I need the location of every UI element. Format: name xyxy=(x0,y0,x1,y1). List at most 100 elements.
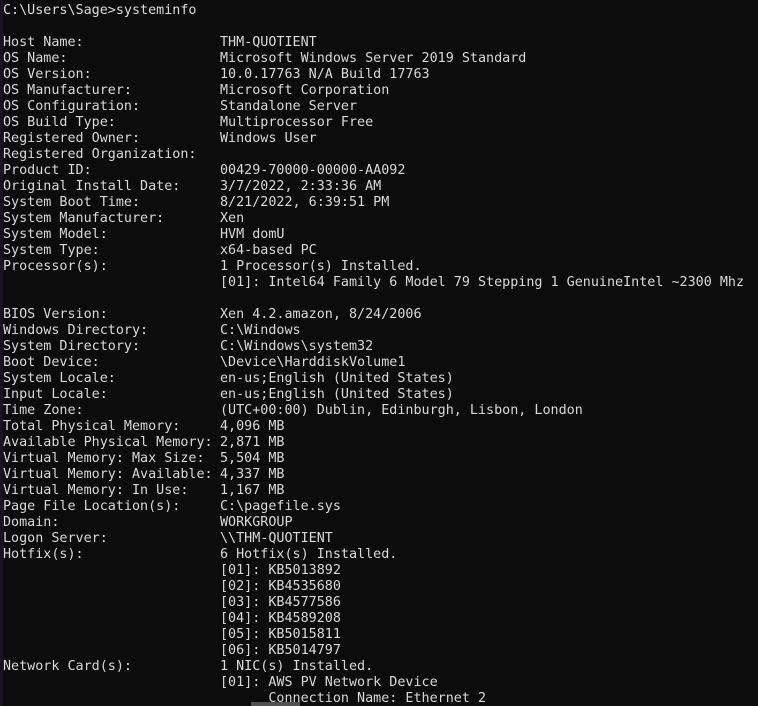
systeminfo-row-label: Total Physical Memory: xyxy=(3,419,181,434)
systeminfo-row-value: (UTC+00:00) Dublin, Edinburgh, Lisbon, L… xyxy=(220,403,583,418)
systeminfo-row-value: 8/21/2022, 6:39:51 PM xyxy=(220,195,390,210)
systeminfo-row: Boot Device: \Device\HarddiskVolume1 xyxy=(3,355,758,371)
systeminfo-continuation-row: [01]: Intel64 Family 6 Model 79 Stepping… xyxy=(3,275,758,291)
systeminfo-row-label: Logon Server: xyxy=(3,531,108,546)
systeminfo-row: Original Install Date: 3/7/2022, 2:33:36 … xyxy=(3,179,758,195)
systeminfo-row-label: OS Version: xyxy=(3,67,92,82)
systeminfo-row: System Locale: en-us;English (United Stat… xyxy=(3,371,758,387)
systeminfo-row-value: [04]: KB4589208 xyxy=(220,611,341,626)
systeminfo-row-value: WORKGROUP xyxy=(220,515,293,530)
systeminfo-row-value: 1 NIC(s) Installed. xyxy=(220,659,374,674)
systeminfo-row-value: Microsoft Corporation xyxy=(220,83,390,98)
systeminfo-continuation-row: [06]: KB5014797 xyxy=(3,643,758,659)
systeminfo-row-value: x64-based PC xyxy=(220,243,317,258)
systeminfo-row-label: System Model: xyxy=(3,227,108,242)
systeminfo-row-label: System Type: xyxy=(3,243,100,258)
systeminfo-continuation-row: [01]: AWS PV Network Device xyxy=(3,675,758,691)
systeminfo-row: Virtual Memory: In Use: 1,167 MB xyxy=(3,483,758,499)
systeminfo-row: Processor(s): 1 Processor(s) Installed. xyxy=(3,259,758,275)
console-output-buffer[interactable]: C:\Users\Sage>systeminfo Host Name: THM-Q… xyxy=(3,0,758,706)
systeminfo-row: OS Name: Microsoft Windows Server 2019 St… xyxy=(3,51,758,67)
systeminfo-row-value: [01]: KB5013892 xyxy=(220,563,341,578)
systeminfo-row-label: Registered Organization: xyxy=(3,147,197,162)
systeminfo-row-label: Domain: xyxy=(3,515,60,530)
systeminfo-row-value: [05]: KB5015811 xyxy=(220,627,341,642)
systeminfo-row-value: 5,504 MB xyxy=(220,451,285,466)
terminal-window[interactable]: C:\Users\Sage>systeminfo Host Name: THM-Q… xyxy=(0,0,758,706)
systeminfo-continuation-row: [02]: KB4535680 xyxy=(3,579,758,595)
systeminfo-row: Network Card(s): 1 NIC(s) Installed. xyxy=(3,659,758,675)
systeminfo-row-value: 4,096 MB xyxy=(220,419,285,434)
systeminfo-row-label: Windows Directory: xyxy=(3,323,149,338)
systeminfo-row-label: Processor(s): xyxy=(3,259,108,274)
systeminfo-row-label: Available Physical Memory: xyxy=(3,435,213,450)
systeminfo-row-label: Hotfix(s): xyxy=(3,547,84,562)
systeminfo-row: Host Name: THM-QUOTIENT xyxy=(3,35,758,51)
systeminfo-row-value: [01]: Intel64 Family 6 Model 79 Stepping… xyxy=(220,275,745,290)
systeminfo-row-label: OS Manufacturer: xyxy=(3,83,132,98)
systeminfo-row-value: [01]: AWS PV Network Device xyxy=(220,675,438,690)
command-prompt-line: C:\Users\Sage>systeminfo xyxy=(3,3,197,18)
scrollbar-nub[interactable] xyxy=(251,702,300,706)
systeminfo-row: OS Version: 10.0.17763 N/A Build 17763 xyxy=(3,67,758,83)
systeminfo-row-value: C:\Windows\system32 xyxy=(220,339,374,354)
systeminfo-row-label: OS Build Type: xyxy=(3,115,116,130)
systeminfo-row-value: 2,871 MB xyxy=(220,435,285,450)
systeminfo-row-value: \Device\HarddiskVolume1 xyxy=(220,355,406,370)
systeminfo-row: BIOS Version: Xen 4.2.amazon, 8/24/2006 xyxy=(3,307,758,323)
systeminfo-row-value: 1 Processor(s) Installed. xyxy=(220,259,422,274)
systeminfo-row: Product ID: 00429-70000-00000-AA092 xyxy=(3,163,758,179)
systeminfo-row: Virtual Memory: Available: 4,337 MB xyxy=(3,467,758,483)
systeminfo-row: OS Configuration: Standalone Server xyxy=(3,99,758,115)
systeminfo-row-value: 3/7/2022, 2:33:36 AM xyxy=(220,179,382,194)
systeminfo-row-label: Time Zone: xyxy=(3,403,84,418)
systeminfo-row-label: Page File Location(s): xyxy=(3,499,181,514)
systeminfo-continuation-row: Connection Name: Ethernet 2 xyxy=(3,691,758,706)
systeminfo-row-value: C:\Windows xyxy=(220,323,301,338)
systeminfo-row: System Model: HVM domU xyxy=(3,227,758,243)
systeminfo-row-label: Product ID: xyxy=(3,163,92,178)
systeminfo-row-value: Standalone Server xyxy=(220,99,358,114)
systeminfo-row-value: en-us;English (United States) xyxy=(220,371,454,386)
systeminfo-row: Registered Owner: Windows User xyxy=(3,131,758,147)
systeminfo-row-label: OS Name: xyxy=(3,51,68,66)
systeminfo-row-value: Microsoft Windows Server 2019 Standard xyxy=(220,51,527,66)
systeminfo-row-value: THM-QUOTIENT xyxy=(220,35,317,50)
systeminfo-continuation-row: [04]: KB4589208 xyxy=(3,611,758,627)
systeminfo-row-label: System Manufacturer: xyxy=(3,211,165,226)
systeminfo-row-value: Xen xyxy=(220,211,245,226)
systeminfo-row-value: 00429-70000-00000-AA092 xyxy=(220,163,406,178)
systeminfo-row-label: Boot Device: xyxy=(3,355,100,370)
systeminfo-row: Domain: WORKGROUP xyxy=(3,515,758,531)
systeminfo-row: Hotfix(s): 6 Hotfix(s) Installed. xyxy=(3,547,758,563)
systeminfo-row-value: Multiprocessor Free xyxy=(220,115,374,130)
systeminfo-row-value: 10.0.17763 N/A Build 17763 xyxy=(220,67,430,82)
systeminfo-row: Registered Organization: xyxy=(3,147,758,163)
systeminfo-row: Logon Server: \\THM-QUOTIENT xyxy=(3,531,758,547)
systeminfo-row-label: Virtual Memory: Max Size: xyxy=(3,451,205,466)
systeminfo-row-label: System Locale: xyxy=(3,371,116,386)
systeminfo-row: OS Manufacturer: Microsoft Corporation xyxy=(3,83,758,99)
systeminfo-row: Input Locale: en-us;English (United State… xyxy=(3,387,758,403)
systeminfo-row-label: System Boot Time: xyxy=(3,195,141,210)
systeminfo-row-value: [03]: KB4577586 xyxy=(220,595,341,610)
systeminfo-row-label: Original Install Date: xyxy=(3,179,181,194)
systeminfo-row-label: Virtual Memory: In Use: xyxy=(3,483,189,498)
systeminfo-continuation-row: [01]: KB5013892 xyxy=(3,563,758,579)
systeminfo-row-value: C:\pagefile.sys xyxy=(220,499,341,514)
systeminfo-row: Available Physical Memory: 2,871 MB xyxy=(3,435,758,451)
systeminfo-row-value: Windows User xyxy=(220,131,317,146)
systeminfo-row-label: Virtual Memory: Available: xyxy=(3,467,213,482)
systeminfo-row: Time Zone: (UTC+00:00) Dublin, Edinburgh,… xyxy=(3,403,758,419)
systeminfo-row-value: [02]: KB4535680 xyxy=(220,579,341,594)
systeminfo-row-label: Registered Owner: xyxy=(3,131,141,146)
systeminfo-continuation-row: [05]: KB5015811 xyxy=(3,627,758,643)
systeminfo-row-value: en-us;English (United States) xyxy=(220,387,454,402)
systeminfo-row-label: System Directory: xyxy=(3,339,141,354)
systeminfo-row: System Directory: C:\Windows\system32 xyxy=(3,339,758,355)
systeminfo-row-value: HVM domU xyxy=(220,227,285,242)
systeminfo-row-label: OS Configuration: xyxy=(3,99,141,114)
systeminfo-row-value: \\THM-QUOTIENT xyxy=(220,531,333,546)
